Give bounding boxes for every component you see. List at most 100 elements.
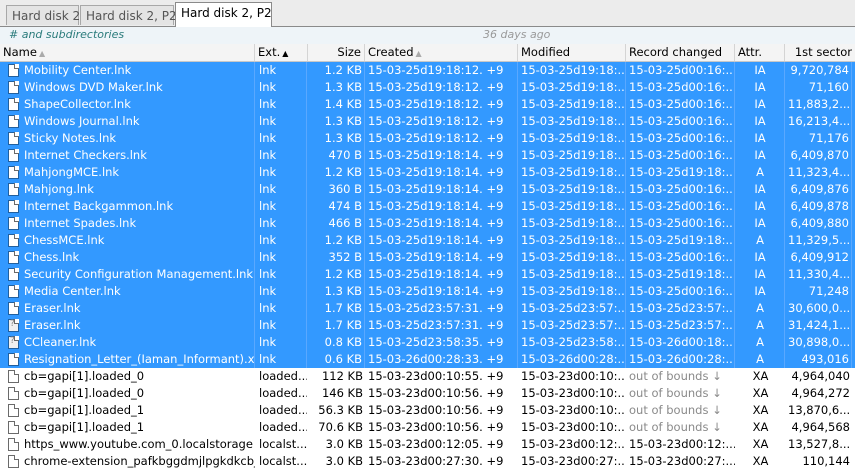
table-row[interactable]: cb=gapi[1].loaded_1 loaded... 56.3 KB 15-03… <box>0 402 855 419</box>
cell-ext: loaded... <box>259 369 307 383</box>
cell-size: 360 B <box>308 181 365 198</box>
column-attr-header[interactable]: Attr. <box>735 44 785 61</box>
table-row[interactable]: ? Eraser.lnk lnk 1.7 KB 15-03-25d23:57:31. +… <box>0 317 855 334</box>
column-ext-header[interactable]: Ext. ▲ <box>255 44 308 61</box>
table-row[interactable]: Windows DVD Maker.lnk lnk 1.3 KB 15-03-25d1… <box>0 79 855 96</box>
cell-modified: 15-03-25d19:18:... <box>521 113 626 130</box>
column-record-changed-header[interactable]: Record changed <box>626 44 735 61</box>
cell-name: Eraser.lnk <box>22 300 255 317</box>
cell-sector: 4,964,568 <box>791 420 850 434</box>
cell-created: 15-03-25d19:18:12. +9 <box>366 130 518 147</box>
file-icon <box>8 268 19 281</box>
column-name-header[interactable]: Name ▲ <box>0 44 255 61</box>
cell-ext: lnk <box>257 266 307 283</box>
table-row[interactable]: Internet Backgammon.lnk lnk 474 B 15-03-25d… <box>0 198 855 215</box>
cell-ext: lnk <box>257 283 307 300</box>
tab-hard-disk-2[interactable]: Hard disk 2 <box>6 5 80 25</box>
cell-ext: localst... <box>259 437 307 451</box>
column-size-header[interactable]: Size <box>308 44 365 61</box>
cell-name: Windows DVD Maker.lnk <box>22 79 255 96</box>
cell-sector: 13,870,6... <box>788 403 851 417</box>
table-row[interactable]: cb=gapi[1].loaded_0 loaded... 146 KB 15-03-… <box>0 385 855 402</box>
table-row[interactable]: cb=gapi[1].loaded_1 loaded... 70.6 KB 15-03… <box>0 419 855 436</box>
deleted-file-icon: ? <box>8 336 19 349</box>
file-icon <box>8 438 19 451</box>
table-row[interactable]: Internet Checkers.lnk lnk 470 B 15-03-25d19… <box>0 147 855 164</box>
sort-tertiary-icon: ▲ <box>415 49 422 58</box>
table-row[interactable]: ? CCleaner.lnk lnk 0.8 KB 15-03-25d23:58:35.… <box>0 334 855 351</box>
cell-attr: IA <box>736 198 785 215</box>
cell-ext: lnk <box>257 130 307 147</box>
cell-record-changed: 15-03-25d00:16:... <box>629 181 735 198</box>
table-row[interactable]: ChessMCE.lnk lnk 1.2 KB 15-03-25d19:18:14. … <box>0 232 855 249</box>
table-row[interactable]: Windows Journal.lnk lnk 1.3 KB 15-03-25d19:… <box>0 113 855 130</box>
cell-sector: 11,330,4... <box>788 266 852 283</box>
cell-attr: A <box>736 351 785 368</box>
column-created-label: Created <box>368 45 414 59</box>
cell-modified: 15-03-25d19:18:... <box>521 79 626 96</box>
cell-record-changed: out of bounds ↓ <box>629 420 722 434</box>
cell-modified: 15-03-23d00:12:... <box>521 437 626 451</box>
table-row[interactable]: Chess.lnk lnk 352 B 15-03-25d19:18:14. +9 15… <box>0 249 855 266</box>
cell-sector: 30,600,0... <box>788 300 852 317</box>
cell-record-changed: 15-03-25d00:16:... <box>629 62 735 79</box>
cell-record-changed: 15-03-25d00:16:... <box>629 249 735 266</box>
cell-sector: 9,720,784 <box>786 62 852 79</box>
cell-sector: 11,323,4... <box>788 164 852 181</box>
tab-hard-disk-2-p2[interactable]: Hard disk 2, P2 <box>80 5 177 25</box>
table-row[interactable]: cb=gapi[1].loaded_0 loaded... 112 KB 15-03-… <box>0 368 855 385</box>
table-row[interactable]: Mobility Center.lnk lnk 1.2 KB 15-03-25d19:… <box>0 62 855 79</box>
table-row[interactable]: Mahjong.lnk lnk 360 B 15-03-25d19:18:14. +9… <box>0 181 855 198</box>
cell-size: 1.2 KB <box>308 62 365 79</box>
cell-ext: lnk <box>257 147 307 164</box>
cell-modified: 15-03-25d19:18:... <box>521 181 626 198</box>
table-row[interactable]: MahjongMCE.lnk lnk 1.2 KB 15-03-25d19:18:14… <box>0 164 855 181</box>
tab-hard-disk-2-p2-active[interactable]: Hard disk 2, P2 <box>175 2 272 27</box>
cell-sector: 6,409,880 <box>786 215 852 232</box>
cell-record-changed: 15-03-25d23:57:... <box>629 300 735 317</box>
cell-sector: 30,898,0... <box>788 334 852 351</box>
table-row[interactable]: Eraser.lnk lnk 1.7 KB 15-03-25d23:57:31. +9… <box>0 300 855 317</box>
cell-created: 15-03-26d00:28:33. +9 <box>366 351 518 368</box>
cell-attr: A <box>736 300 785 317</box>
table-row[interactable]: Security Configuration Management.lnk lnk… <box>0 266 855 283</box>
table-row[interactable]: Internet Spades.lnk lnk 466 B 15-03-25d19:1… <box>0 215 855 232</box>
column-attr-label: Attr. <box>738 45 763 59</box>
cell-ext: lnk <box>257 164 307 181</box>
cell-modified: 15-03-23d00:10:... <box>521 369 626 383</box>
column-first-sector-header[interactable]: 1st sector <box>785 44 855 61</box>
table-row[interactable]: Media Center.lnk lnk 1.3 KB 15-03-25d19:18:… <box>0 283 855 300</box>
cell-attr: IA <box>736 79 785 96</box>
column-header: Name ▲ Ext. ▲ Size Created ▲ Modified Recor… <box>0 44 855 62</box>
cell-size: 1.2 KB <box>308 232 365 249</box>
cell-record-changed: 15-03-25d00:16:... <box>629 96 735 113</box>
cell-size: 1.2 KB <box>308 164 365 181</box>
table-row[interactable]: chrome-extension_pafkbggdmjlpgkdkcbj... l… <box>0 453 855 470</box>
cell-name: MahjongMCE.lnk <box>22 164 255 181</box>
cell-modified: 15-03-25d23:57:... <box>521 317 626 334</box>
cell-name: Internet Checkers.lnk <box>22 147 255 164</box>
table-row[interactable]: https_www.youtube.com_0.localstorage loca… <box>0 436 855 453</box>
file-icon <box>8 166 19 179</box>
cell-sector: 11,329,5... <box>788 232 852 249</box>
cell-name: Eraser.lnk <box>22 317 255 334</box>
cell-sector: 6,409,876 <box>786 181 852 198</box>
table-row[interactable]: Resignation_Letter_(Iaman_Informant).xps… <box>0 351 855 368</box>
column-created-header[interactable]: Created ▲ <box>365 44 518 61</box>
cell-sector: 71,248 <box>786 283 852 300</box>
unknown-mark-icon: ? <box>10 336 15 346</box>
cell-size: 112 KB <box>321 369 363 383</box>
cell-attr: IA <box>736 215 785 232</box>
cell-created: 15-03-25d23:57:31. +9 <box>366 317 518 334</box>
cell-attr: XA <box>752 420 769 434</box>
table-row[interactable]: ShapeCollector.lnk lnk 1.4 KB 15-03-25d19:1… <box>0 96 855 113</box>
cell-record-changed: out of bounds ↓ <box>629 403 722 417</box>
cell-record-changed: 15-03-23d00:12:... <box>629 437 735 451</box>
cell-modified: 15-03-25d19:18:... <box>521 96 626 113</box>
cell-record-changed: 15-03-25d19:18:... <box>629 232 735 249</box>
table-row[interactable]: Sticky Notes.lnk lnk 1.3 KB 15-03-25d19:18:… <box>0 130 855 147</box>
cell-sector: 31,424,1... <box>788 317 852 334</box>
column-modified-header[interactable]: Modified <box>518 44 626 61</box>
cell-created: 15-03-25d19:18:14. +9 <box>366 266 518 283</box>
cell-size: 352 B <box>308 249 365 266</box>
